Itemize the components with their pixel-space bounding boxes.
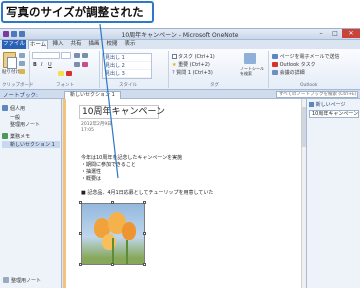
unfiled-notes-link[interactable]: 整理用ノート <box>3 277 41 284</box>
close-button[interactable]: ✕ <box>342 29 360 38</box>
highlight-icon[interactable] <box>58 71 64 76</box>
tulip-stem <box>126 240 128 264</box>
onenote-window: 10周年キャンペーン - Microsoft OneNote – □ ✕ ファイ… <box>0 28 360 288</box>
style-heading-1[interactable]: 見出し 1 <box>103 54 151 62</box>
tab-section-1[interactable]: 新しいセクション 1 <box>64 91 121 99</box>
font-group-label: フォント <box>56 83 74 88</box>
tag-question[interactable]: ? 質問 1 (Ctrl+3) <box>172 69 213 76</box>
tulip-flower <box>122 222 136 240</box>
underline-icon[interactable]: U <box>48 62 52 68</box>
tulip-photo[interactable] <box>81 203 145 265</box>
tulip-stem <box>112 238 114 264</box>
resize-handle[interactable] <box>79 263 82 266</box>
paste-button-label[interactable]: 貼り付け <box>2 69 20 75</box>
align-icon[interactable] <box>74 62 80 67</box>
tag-important[interactable]: ★ 重要 (Ctrl+2) <box>172 61 210 68</box>
font-size-box[interactable] <box>61 52 71 59</box>
page-time: 17:05 <box>81 128 94 133</box>
sidebar-item-unfiled[interactable]: 整理用ノート <box>10 121 40 128</box>
resize-handle[interactable] <box>79 232 82 235</box>
note-line[interactable]: ■ 記念品、4月1日応募としてチューリップを用意していた <box>81 189 213 196</box>
email-page-button[interactable]: ページを電子メールで送信 <box>272 53 340 60</box>
numbering-icon[interactable] <box>82 53 88 58</box>
resize-handle[interactable] <box>79 201 82 204</box>
notebook-label: ノートブック: <box>3 93 38 99</box>
callout-label: 写真のサイズが調整された <box>1 1 154 23</box>
note-line[interactable]: ・概要は <box>81 175 101 182</box>
resize-handle[interactable] <box>143 232 146 235</box>
page-canvas[interactable]: 10周年キャンペーン 2012年2月9日 17:05 今年は10周年を記念したキ… <box>63 99 301 288</box>
find-tags-icon[interactable] <box>244 53 256 64</box>
group-divider <box>29 51 30 88</box>
font-name-box[interactable] <box>32 52 60 59</box>
tag-task[interactable]: タスク (Ctrl+1) <box>172 53 215 60</box>
styles-group-label: スタイル <box>119 83 137 88</box>
font-color-icon[interactable] <box>66 71 72 76</box>
tab-file[interactable]: ファイル <box>2 40 26 49</box>
tab-review[interactable]: 校閲 <box>104 40 120 49</box>
ribbon-tabs: ファイル ホーム 挿入 共有 描画 校閲 表示 <box>0 40 360 49</box>
question-icon: ? <box>172 70 175 76</box>
bullets-icon[interactable] <box>74 53 80 58</box>
star-icon: ★ <box>172 62 177 68</box>
group-divider <box>99 51 100 88</box>
tab-share[interactable]: 共有 <box>68 40 84 49</box>
outlook-group-label: Outlook <box>300 83 318 88</box>
notebook-icon <box>2 133 8 139</box>
note-line[interactable]: ・期間に参加できること <box>81 161 136 168</box>
meeting-details-button[interactable]: 会議の詳細 <box>272 69 305 76</box>
note-line[interactable]: ・抽選性 <box>81 168 101 175</box>
checkbox-icon <box>172 54 177 59</box>
add-page-icon <box>309 102 314 107</box>
window-title: 10周年キャンペーン - Microsoft OneNote <box>121 32 239 39</box>
search-input[interactable]: すべてのノートブックを検索 (Ctrl+E) <box>276 91 358 98</box>
page-title[interactable]: 10周年キャンペーン <box>79 105 165 119</box>
outlook-tasks-button[interactable]: Outlook タスク <box>272 61 316 68</box>
tags-group-label: タグ <box>210 83 219 88</box>
sidebar-item-personal[interactable]: 個人用 <box>2 105 25 112</box>
maximize-button[interactable]: □ <box>328 29 342 38</box>
notebook-icon <box>2 105 8 111</box>
styles-gallery[interactable]: 見出し 1 見出し 2 見出し 3 <box>102 53 152 79</box>
resize-handle[interactable] <box>111 263 114 266</box>
style-heading-2[interactable]: 見出し 2 <box>103 62 151 70</box>
resize-handle[interactable] <box>111 201 114 204</box>
notes-icon <box>3 277 9 283</box>
flag-icon <box>272 62 278 67</box>
clear-format-icon[interactable] <box>82 62 88 67</box>
tab-draw[interactable]: 描画 <box>86 40 102 49</box>
ribbon: 貼り付け クリップボード B I U フォント 見出し 1 見出し 2 見出し … <box>0 49 360 90</box>
tab-insert[interactable]: 挿入 <box>50 40 66 49</box>
note-line[interactable]: 今年は10周年を記念したキャンペーンを実施 <box>81 154 182 161</box>
style-heading-3[interactable]: 見出し 3 <box>103 70 151 78</box>
cut-icon[interactable] <box>19 53 25 58</box>
format-painter-icon[interactable] <box>19 69 25 74</box>
title-bar: 10周年キャンペーン - Microsoft OneNote – □ ✕ <box>0 29 360 40</box>
tab-home[interactable]: ホーム <box>28 40 48 49</box>
new-page-button[interactable]: 新しいページ <box>309 101 346 108</box>
paste-icon[interactable] <box>3 52 17 69</box>
calendar-icon <box>272 70 278 75</box>
pages-panel: 新しいページ 10周年キャンペーン <box>306 99 360 288</box>
copy-icon[interactable] <box>19 61 25 66</box>
italic-icon[interactable]: I <box>41 62 42 68</box>
page-list-item[interactable]: 10周年キャンペーン <box>309 110 359 118</box>
notebook-bar: ノートブック: 新しいセクション 1 すべてのノートブックを検索 (Ctrl+E… <box>0 90 360 99</box>
group-divider <box>268 51 269 88</box>
group-divider <box>168 51 169 88</box>
sidebar-item-work[interactable]: 業務メモ <box>2 133 30 140</box>
notebook-navigation: 個人用 一般 整理用ノート 業務メモ 新しいセクション 1 整理用ノート <box>0 99 62 288</box>
resize-handle[interactable] <box>143 201 146 204</box>
sidebar-item-new-section[interactable]: 新しいセクション 1 <box>2 141 60 148</box>
window-controls: – □ ✕ <box>314 29 360 38</box>
tab-view[interactable]: 表示 <box>122 40 138 49</box>
find-tags-button-label[interactable]: ノートシールを検索 <box>240 66 264 76</box>
resize-handle[interactable] <box>143 263 146 266</box>
sidebar-item-general[interactable]: 一般 <box>10 114 20 121</box>
bold-icon[interactable]: B <box>33 62 37 68</box>
email-icon <box>272 54 278 59</box>
minimize-button[interactable]: – <box>314 29 328 38</box>
